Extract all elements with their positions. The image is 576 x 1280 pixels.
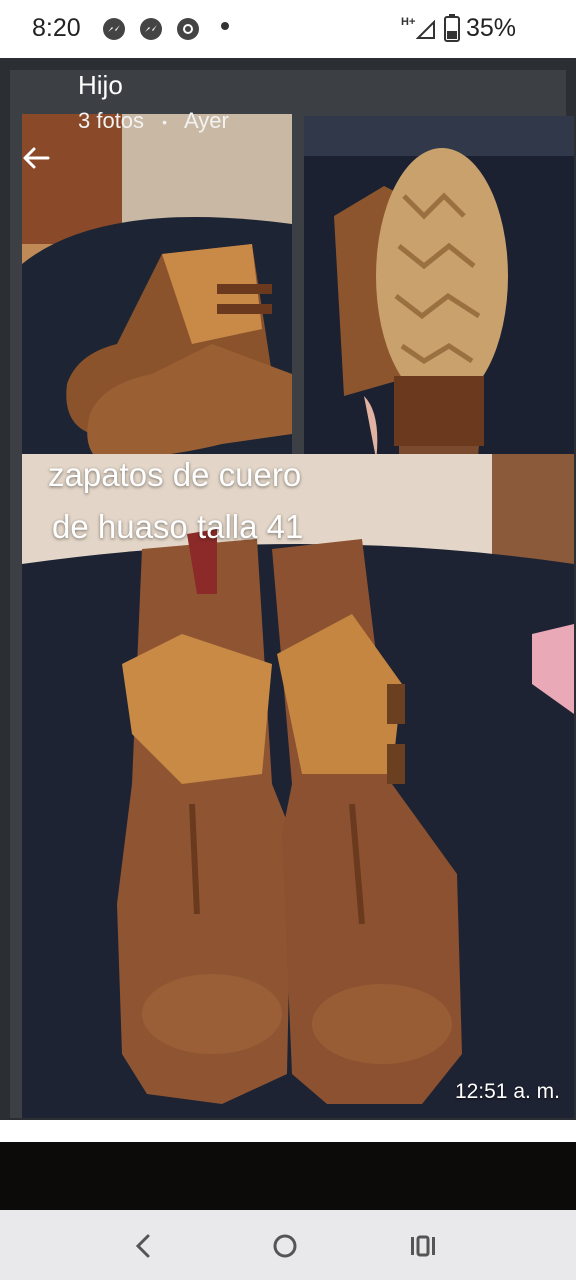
media-date: Ayer (183, 108, 229, 133)
media-viewer: zapatos de cuero de huaso talla 41 Hijo … (0, 58, 576, 1120)
caption-line-2: de huaso talla 41 (52, 508, 304, 545)
navigation-bar (0, 1210, 576, 1280)
signal-icon (416, 19, 435, 39)
messenger-icon (140, 18, 162, 40)
chrome-icon (177, 18, 199, 40)
photo-collage[interactable]: zapatos de cuero de huaso talla 41 (10, 70, 574, 1118)
message-timestamp: 12:51 a. m. (454, 1080, 560, 1103)
status-time: 8:20 (32, 14, 81, 42)
conversation-title: Hijo (78, 70, 123, 100)
caption-line-1: zapatos de cuero (48, 456, 302, 493)
next-media-preview[interactable] (0, 1142, 576, 1210)
photo-count: 3 fotos (78, 108, 145, 133)
recents-nav-icon[interactable] (405, 1228, 441, 1264)
messenger-icon (103, 18, 125, 40)
home-nav-icon[interactable] (267, 1228, 303, 1264)
back-nav-icon[interactable] (126, 1228, 162, 1264)
status-bar: 8:20 H+ 35% (0, 0, 576, 58)
more-notifications-dot (221, 22, 229, 30)
divider (0, 1120, 576, 1142)
subtitle-separator: • (162, 114, 168, 131)
photo-boot-sole[interactable] (304, 116, 574, 500)
media-subtitle: 3 fotos • Ayer (78, 108, 229, 134)
battery-percent: 35% (466, 14, 517, 42)
network-type-label: H+ (401, 16, 416, 28)
back-arrow-icon[interactable] (14, 138, 58, 178)
battery-icon (444, 14, 460, 42)
photo-boots-side[interactable] (22, 114, 292, 500)
photo-boots-front[interactable] (22, 454, 574, 1118)
